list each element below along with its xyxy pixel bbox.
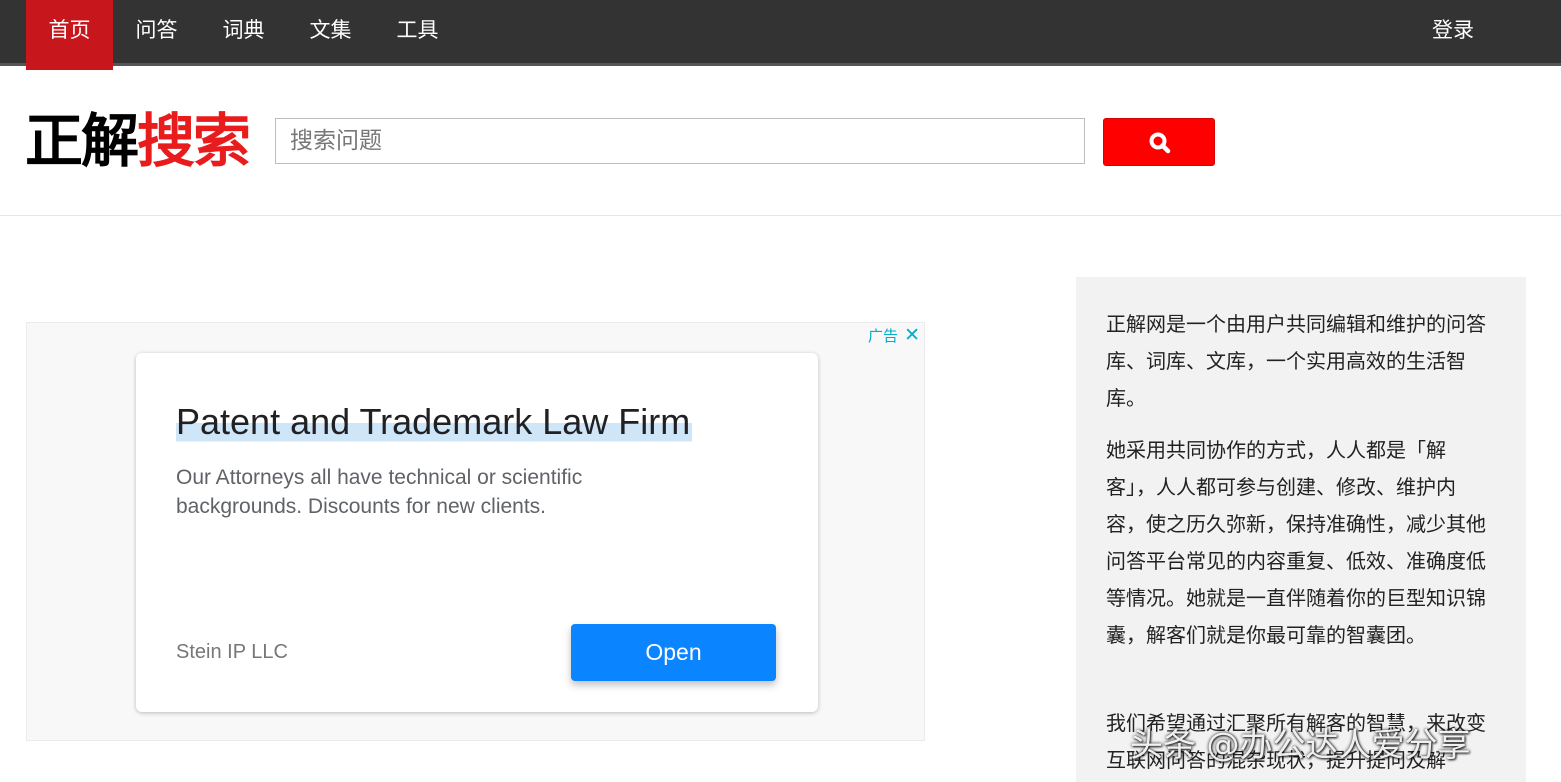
nav-item-home[interactable]: 首页 xyxy=(26,0,113,70)
site-logo[interactable]: 正解搜索 xyxy=(25,107,251,175)
logo-text-black: 正解 xyxy=(25,107,139,175)
ad-container: 广告 ✕ Patent and Trademark Law Firm Our A… xyxy=(26,322,925,741)
ad-title[interactable]: Patent and Trademark Law Firm xyxy=(176,401,693,443)
search-button[interactable] xyxy=(1103,118,1215,166)
search-icon xyxy=(1149,132,1171,154)
nav-item-tools[interactable]: 工具 xyxy=(374,0,461,63)
nav-item-qa[interactable]: 问答 xyxy=(113,0,200,63)
ad-close-icon[interactable]: ✕ xyxy=(904,325,920,345)
watermark-overlay: 头条 @办公达人爱分享 xyxy=(1130,725,1471,764)
ad-open-button[interactable]: Open xyxy=(571,624,776,681)
search-input[interactable] xyxy=(275,118,1085,164)
about-sidebar: 正解网是一个由用户共同编辑和维护的问答库、词库、文库，一个实用高效的生活智库。 … xyxy=(1076,277,1526,782)
header-divider xyxy=(0,215,1561,216)
nav-item-collection[interactable]: 文集 xyxy=(287,0,374,63)
about-paragraph-1: 正解网是一个由用户共同编辑和维护的问答库、词库、文库，一个实用高效的生活智库。 xyxy=(1106,312,1486,410)
logo-text-red: 搜索 xyxy=(137,107,251,175)
ad-card[interactable]: Patent and Trademark Law Firm Our Attorn… xyxy=(136,353,818,712)
ad-advertiser: Stein IP LLC xyxy=(176,641,288,663)
ad-label[interactable]: 广告 xyxy=(868,325,898,346)
about-paragraph-2: 她采用共同协作的方式，人人都是「解客」，人人都可参与创建、修改、维护内容，使之历… xyxy=(1106,438,1486,647)
ad-description: Our Attorneys all have technical or scie… xyxy=(176,466,583,518)
login-link[interactable]: 登录 xyxy=(1432,0,1474,63)
nav-item-dictionary[interactable]: 词典 xyxy=(200,0,287,63)
top-nav-bar: 首页 问答 词典 文集 工具 登录 xyxy=(0,0,1561,70)
